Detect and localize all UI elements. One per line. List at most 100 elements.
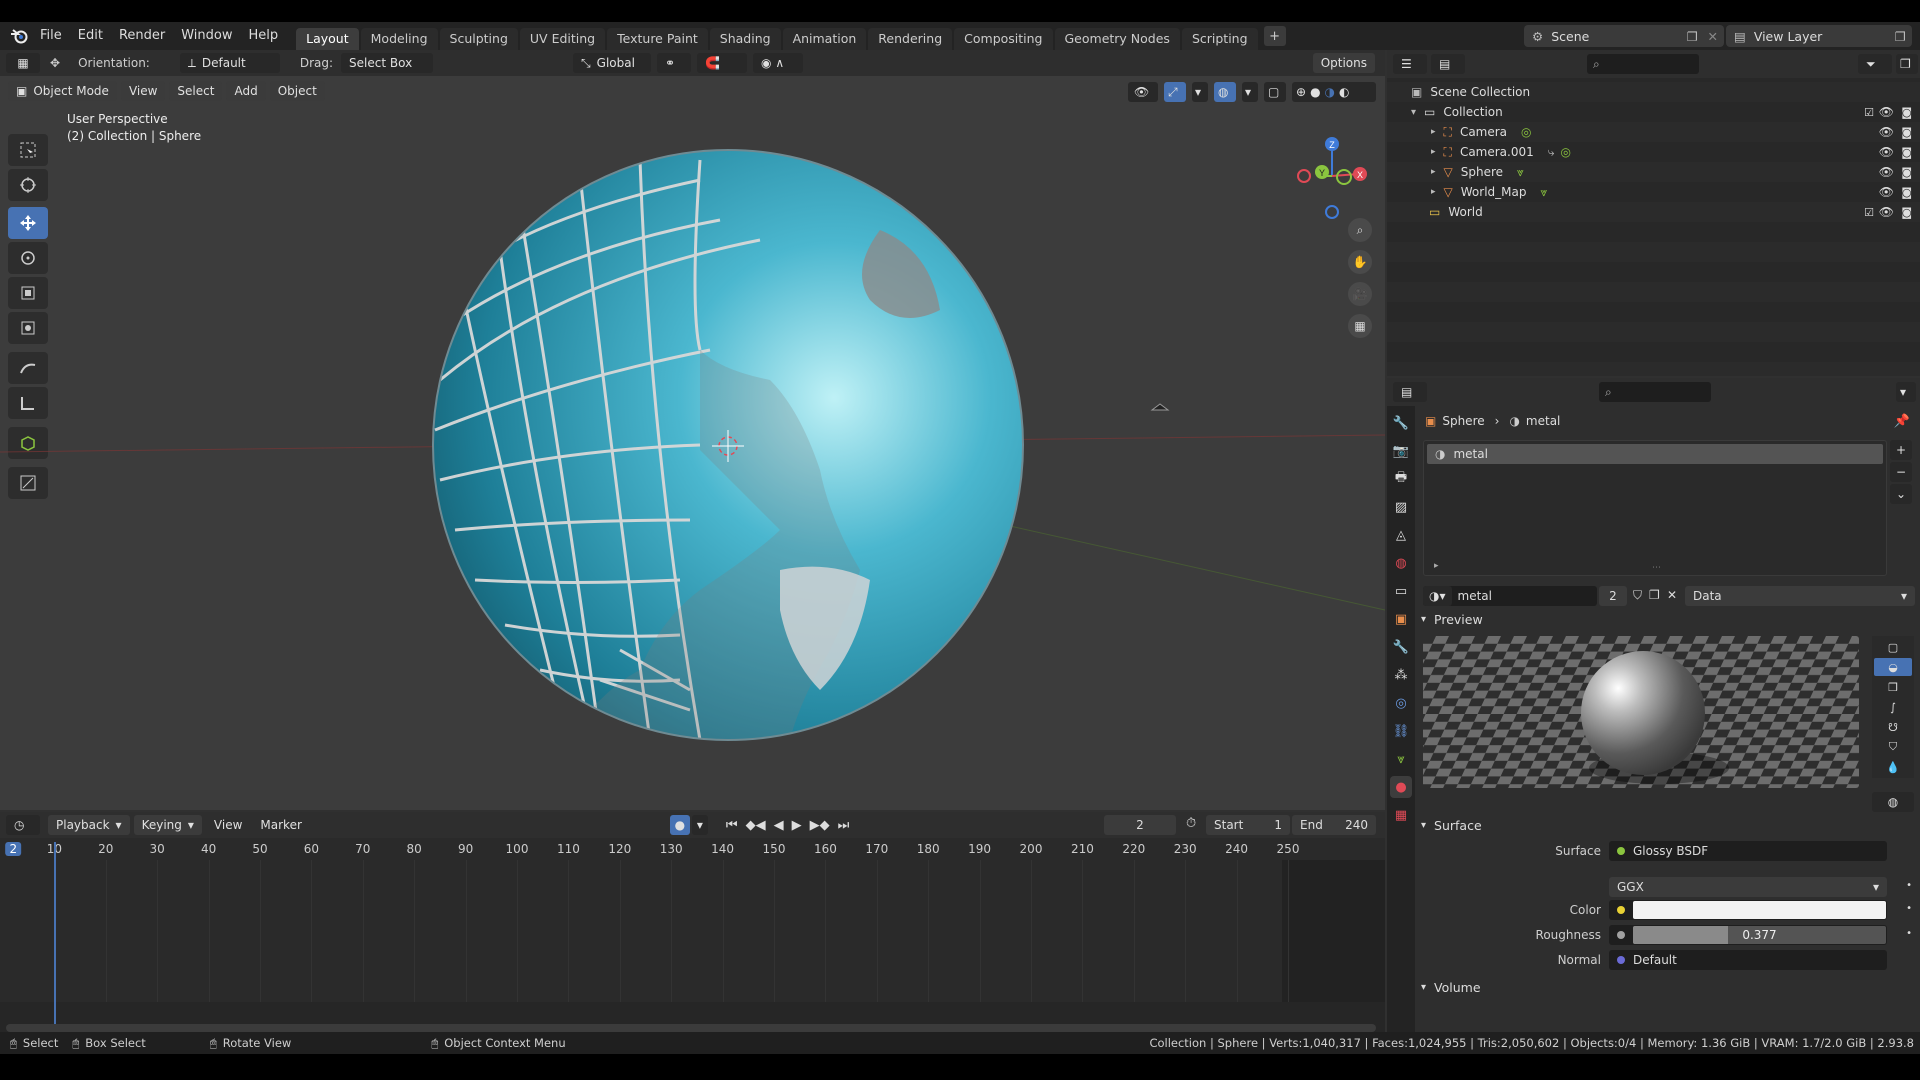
globe-mesh[interactable] (432, 149, 1024, 750)
duplicate-material-icon[interactable]: ❐ (1649, 588, 1660, 602)
3d-viewport[interactable]: ▦ ✥ Orientation: ⟂ Default Drag: Select B… (0, 50, 1385, 810)
gizmo-dropdown-icon[interactable]: ▾ (1192, 82, 1208, 102)
filter-icon[interactable]: ⏷ (1858, 54, 1892, 74)
expand-collection-icon[interactable]: ▾ (1411, 107, 1416, 118)
camera-001-render-icon[interactable]: ◙ (1901, 146, 1912, 159)
prev-keyframe-icon[interactable]: ◆◀ (746, 818, 766, 833)
render-tab-icon[interactable]: 📷 (1390, 440, 1412, 462)
collection-tab-icon[interactable]: ▭ (1390, 580, 1412, 602)
scale-cage-tool-icon[interactable] (8, 467, 48, 499)
jump-start-icon[interactable]: ⏮ (726, 818, 738, 833)
object-tab-icon[interactable]: ▣ (1390, 608, 1412, 630)
playback-menu[interactable]: Playback ▾ (48, 815, 130, 835)
marker-menu[interactable]: Marker (252, 815, 309, 835)
next-keyframe-icon[interactable]: ▶◆ (810, 818, 830, 833)
menu-edit[interactable]: Edit (70, 22, 111, 50)
outliner-row-scene-collection[interactable]: ▣ Scene Collection (1387, 82, 1920, 102)
modifier-tab-icon[interactable]: 🔧 (1390, 636, 1412, 658)
add-slot-button[interactable]: + (1890, 440, 1912, 460)
tool-tab-icon[interactable]: 🔧 (1390, 412, 1412, 434)
material-shading-icon[interactable]: ◑ (1325, 82, 1335, 102)
preview-world-icon[interactable]: ◍ (1872, 792, 1914, 812)
tab-shading[interactable]: Shading (709, 28, 781, 50)
menu-window[interactable]: Window (173, 22, 240, 50)
output-tab-icon[interactable]: 🖶 (1390, 468, 1412, 490)
tab-geometry-nodes[interactable]: Geometry Nodes (1054, 28, 1180, 50)
sphere-visibility-icon[interactable]: 👁 (1879, 165, 1894, 179)
properties-options-icon[interactable]: ▾ (1896, 382, 1916, 402)
world-map-visibility-icon[interactable]: 👁 (1879, 185, 1894, 199)
data-tab-icon[interactable]: ⩔ (1390, 748, 1412, 770)
sphere-render-icon[interactable]: ◙ (1901, 166, 1912, 179)
scene-tab-icon[interactable]: ◬ (1390, 524, 1412, 546)
timeline-track-area[interactable] (0, 860, 1385, 1002)
copy-view-layer-icon[interactable]: ❐ (1895, 29, 1906, 44)
start-frame-field[interactable]: Start 1 (1206, 815, 1290, 835)
scale-tool-icon[interactable] (8, 277, 48, 309)
menu-help[interactable]: Help (241, 22, 287, 50)
timeline-editor-type-icon[interactable]: ◷ (6, 815, 40, 835)
current-frame-field[interactable]: 2 (1104, 815, 1176, 835)
surface-panel-header[interactable]: ▾ Surface (1421, 818, 1482, 833)
options-dropdown[interactable]: Options (1312, 53, 1375, 73)
menu-view[interactable]: View (120, 81, 166, 101)
tab-animation[interactable]: Animation (782, 28, 867, 50)
preview-monkey-icon[interactable]: ☋ (1874, 718, 1912, 736)
camera-view-icon[interactable]: 🎥 (1348, 282, 1372, 306)
expand-sphere-icon[interactable]: ▸ (1431, 167, 1436, 177)
timeline-view-menu[interactable]: View (206, 815, 250, 835)
tab-modeling[interactable]: Modeling (360, 28, 438, 50)
material-browse-field[interactable]: ◑▾ metal (1423, 586, 1597, 606)
timeline-editor[interactable]: ◷ Playback ▾ Keying ▾ View Marker ● ▾ ⏮ ◆◀… (0, 812, 1385, 1042)
material-slot-list[interactable]: ◑ metal ▸ ⋯ (1423, 440, 1887, 576)
play-reverse-icon[interactable]: ◀ (774, 818, 784, 833)
camera-render-icon[interactable]: ◙ (1901, 126, 1912, 139)
material-slot-row[interactable]: ◑ metal (1427, 444, 1883, 464)
display-mode-icon[interactable]: ▤ (1431, 54, 1465, 74)
tab-rendering[interactable]: Rendering (868, 28, 953, 50)
volume-panel-header[interactable]: ▾ Volume (1421, 980, 1481, 995)
xray-icon[interactable]: ▢ (1264, 82, 1286, 102)
surface-shader-field[interactable]: Glossy BSDF (1609, 841, 1887, 861)
view-layer-selector[interactable]: ▤ View Layer ❐ (1726, 25, 1912, 47)
expand-world-map-icon[interactable]: ▸ (1431, 187, 1436, 197)
material-users-count[interactable]: 2 (1599, 586, 1627, 606)
link-dropdown[interactable]: Data ▾ (1685, 586, 1915, 606)
shading-modes[interactable]: ⊕ ● ◑ ◐ (1292, 82, 1376, 102)
outliner-row-sphere[interactable]: ▸ ▽ Sphere ⩔ 👁 ◙ (1387, 162, 1920, 182)
expand-camera-001-icon[interactable]: ▸ (1431, 147, 1436, 157)
camera-visibility-icon[interactable]: 👁 (1879, 125, 1894, 139)
overlay-dropdown-icon[interactable]: ▾ (1242, 82, 1258, 102)
preview-hair-icon[interactable]: ∫ (1874, 698, 1912, 716)
pivot-point-icon[interactable]: ⚭ (657, 53, 692, 73)
world-tab-icon[interactable]: ◍ (1390, 552, 1412, 574)
texture-tab-icon[interactable]: ▦ (1390, 804, 1412, 826)
tab-uv-editing[interactable]: UV Editing (519, 28, 606, 50)
editor-type-icon[interactable]: ▦ (6, 53, 40, 73)
menu-add[interactable]: Add (226, 81, 266, 101)
add-cube-tool-icon[interactable] (8, 427, 48, 459)
rotate-tool-icon[interactable] (8, 242, 48, 274)
select-box-tool-icon[interactable] (8, 134, 48, 166)
blender-logo-icon[interactable] (6, 23, 32, 49)
outliner-row-camera-001[interactable]: ▸ ⛶ Camera.001 ⤷ ◎ 👁 ◙ (1387, 142, 1920, 162)
fake-user-icon[interactable]: ⛉ (1633, 588, 1642, 603)
timeline-scrollbar[interactable] (6, 1024, 1376, 1032)
frame-ruler[interactable]: 210 20 30 40 50 60 70 80 90 100 110 120 130 140 150 160… (0, 838, 1385, 860)
scene-selector[interactable]: ⚙ Scene ❐ ✕ (1524, 25, 1724, 47)
slot-list-expand-icon[interactable]: ▸ (1434, 561, 1439, 571)
delete-scene-icon[interactable]: ✕ (1708, 29, 1718, 44)
measure-tool-icon[interactable] (8, 387, 48, 419)
auto-keying-icon[interactable]: ● (669, 815, 690, 835)
world-render-icon[interactable]: ◙ (1901, 206, 1912, 219)
overlay-icon[interactable]: ◍ (1214, 82, 1236, 102)
material-tab-icon[interactable]: ● (1390, 776, 1412, 798)
menu-file[interactable]: File (32, 22, 70, 50)
tab-compositing[interactable]: Compositing (954, 28, 1053, 50)
properties-editor[interactable]: ▤ ⌕ ▾ 🔧 📷 🖶 ▨ ◬ ◍ ▭ ▣ 🔧 ⁂ ◎ ⛓ ⩔ ● ▦ ▣ Sp… (1387, 378, 1920, 1032)
outliner-search-input[interactable]: ⌕ (1587, 54, 1699, 74)
constraints-tab-icon[interactable]: ⛓ (1390, 720, 1412, 742)
world-visibility-icon[interactable]: 👁 (1879, 205, 1894, 219)
outliner-row-world[interactable]: ▭ World ☑ 👁 ◙ (1387, 202, 1920, 222)
ortho-grid-icon[interactable]: ▦ (1348, 314, 1372, 338)
